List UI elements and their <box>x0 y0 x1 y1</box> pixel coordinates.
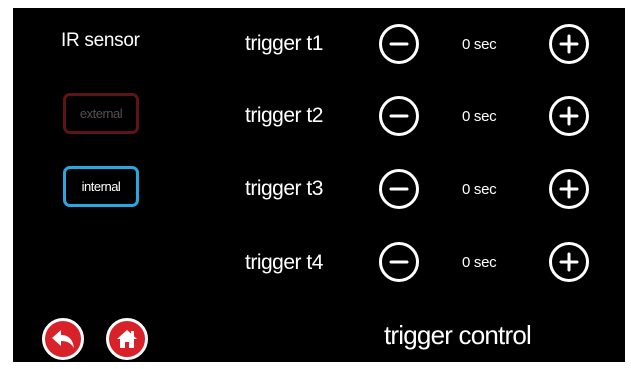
trigger-t2-increment-button[interactable] <box>549 96 589 136</box>
trigger-t3-label: trigger t3 <box>245 177 323 200</box>
back-arrow-icon <box>52 330 74 348</box>
trigger-t1-value: 0 sec <box>462 36 497 53</box>
back-button[interactable] <box>42 318 84 360</box>
trigger-t2-decrement-button[interactable] <box>379 96 419 136</box>
screen-title: trigger control <box>384 320 532 350</box>
trigger-t1-label: trigger t1 <box>245 32 323 55</box>
home-icon <box>117 330 137 348</box>
trigger-t1-increment-button[interactable] <box>549 24 589 64</box>
plus-circle-icon <box>559 34 579 54</box>
external-sensor-button[interactable]: external <box>63 93 139 134</box>
trigger-t3-value: 0 sec <box>462 181 497 198</box>
trigger-t4-label: trigger t4 <box>245 251 323 274</box>
plus-circle-icon <box>559 106 579 126</box>
minus-circle-icon <box>389 42 409 46</box>
internal-sensor-button[interactable]: internal <box>63 166 139 207</box>
plus-circle-icon <box>559 179 579 199</box>
plus-circle-icon <box>559 252 579 272</box>
trigger-t2-label: trigger t2 <box>245 104 323 127</box>
trigger-t4-increment-button[interactable] <box>549 242 589 282</box>
minus-circle-icon <box>389 260 409 264</box>
trigger-t4-decrement-button[interactable] <box>379 242 419 282</box>
trigger-t2-value: 0 sec <box>462 108 497 125</box>
minus-circle-icon <box>389 114 409 118</box>
home-button[interactable] <box>106 318 148 360</box>
trigger-t3-decrement-button[interactable] <box>379 169 419 209</box>
trigger-t4-value: 0 sec <box>462 254 497 271</box>
trigger-t1-decrement-button[interactable] <box>379 24 419 64</box>
trigger-t3-increment-button[interactable] <box>549 169 589 209</box>
trigger-control-screen: IR sensor external internal trigger t1 0… <box>13 8 625 362</box>
minus-circle-icon <box>389 187 409 191</box>
sensor-section-title: IR sensor <box>61 30 140 51</box>
